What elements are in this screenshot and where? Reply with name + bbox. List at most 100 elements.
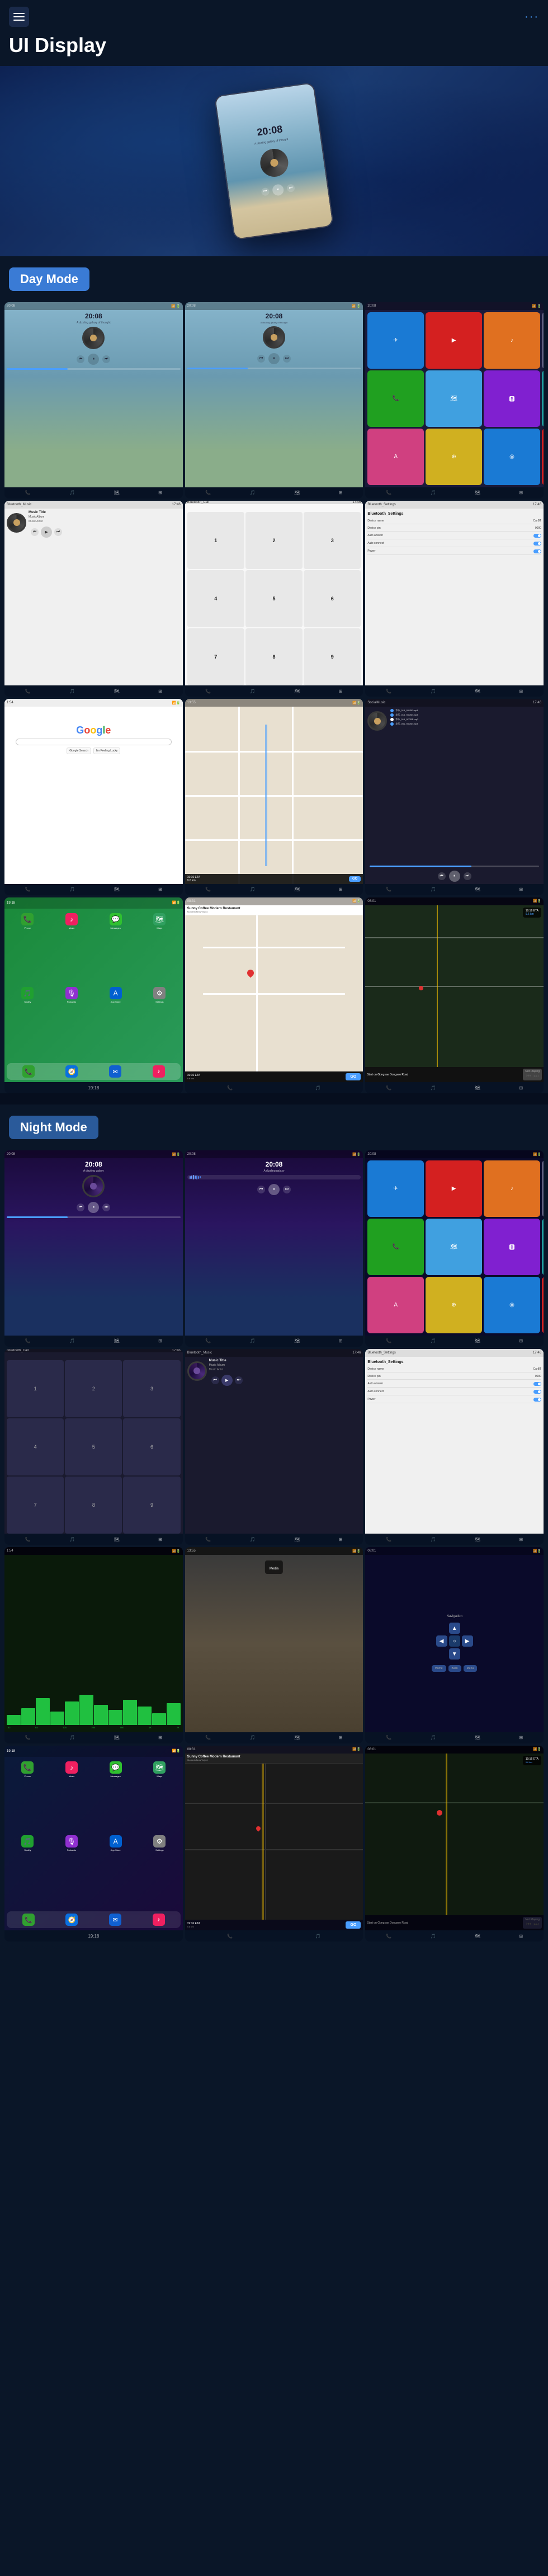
app-phone[interactable]: 📞 <box>367 370 424 427</box>
bb-n12b[interactable]: 🎵 <box>430 1934 436 1939</box>
social-next[interactable]: ⏭ <box>464 872 471 880</box>
n-app-3[interactable]: ♪ <box>484 1160 540 1217</box>
n-app-7[interactable]: 🅱 <box>484 1219 540 1275</box>
np-next[interactable]: ⏭ <box>533 1073 538 1079</box>
bb-n11b[interactable]: 🎵 <box>315 1934 321 1939</box>
night-ios-music[interactable]: ♪ Music <box>51 1761 93 1833</box>
dial-1[interactable]: 1 <box>187 512 244 569</box>
night-ios-phone[interactable]: 📞 Phone <box>7 1761 49 1833</box>
bb-n1b[interactable]: 🎵 <box>69 1338 75 1343</box>
ndial-7[interactable]: 7 <box>7 1477 64 1534</box>
app-waze[interactable]: 🗺 <box>426 370 482 427</box>
bb-nav-9[interactable]: 🗺 <box>475 887 480 892</box>
n-app-8[interactable]: ★ <box>542 1219 544 1275</box>
nav-menu-btn[interactable]: Menu <box>464 1665 478 1672</box>
bb-bt-6[interactable]: 🎵 <box>430 689 436 694</box>
bb-n1d[interactable]: ⊞ <box>158 1338 162 1343</box>
dial-5[interactable]: 5 <box>245 570 303 627</box>
bb-n12[interactable]: 📞 <box>386 1934 391 1939</box>
night-bt-prev[interactable]: ⏮ <box>211 1376 219 1384</box>
bb-bt-7[interactable]: 🎵 <box>69 887 75 892</box>
next-2[interactable]: ⏭ <box>283 355 291 363</box>
dock-mail[interactable]: ✉ <box>109 1065 121 1078</box>
hero-prev-btn[interactable]: ⏮ <box>261 187 270 196</box>
bb-apps-3[interactable]: ⊞ <box>519 490 523 495</box>
bb-nav-7[interactable]: 🗺 <box>114 887 120 892</box>
ndial-5[interactable]: 5 <box>65 1418 122 1475</box>
bb-dial-9[interactable]: 📞 <box>386 887 391 892</box>
night-prev-1[interactable]: ⏮ <box>77 1204 84 1211</box>
bb-apps-5[interactable]: ⊞ <box>339 689 343 694</box>
bb-apps-1[interactable]: ⊞ <box>158 490 162 495</box>
bb-n1c[interactable]: 🗺 <box>114 1338 120 1343</box>
bb-bt-4[interactable]: 🎵 <box>69 689 75 694</box>
app-media[interactable]: ▣ <box>542 429 544 485</box>
bb-n7b[interactable]: 🎵 <box>69 1735 75 1740</box>
bb-n4c[interactable]: 🗺 <box>114 1537 120 1542</box>
arrow-center[interactable]: ○ <box>449 1635 460 1647</box>
play-1[interactable]: ⏸ <box>88 354 99 365</box>
bb-n8c[interactable]: 🗺 <box>294 1735 300 1740</box>
social-item-3[interactable]: 华乐_016_9FCBE.mp3 <box>390 718 541 721</box>
auto-connect-toggle[interactable] <box>533 542 541 546</box>
bt-next[interactable]: ⏭ <box>54 528 62 536</box>
ndial-1[interactable]: 1 <box>7 1360 64 1417</box>
bb-apps-2[interactable]: ⊞ <box>339 490 343 495</box>
app-music[interactable]: ♪ <box>484 312 540 369</box>
ndial-6[interactable]: 6 <box>123 1418 180 1475</box>
hero-next-btn[interactable]: ⏭ <box>286 184 295 192</box>
bb-n3[interactable]: 📞 <box>386 1338 391 1343</box>
bb-n2[interactable]: 📞 <box>205 1338 211 1343</box>
bb-n9[interactable]: 📞 <box>386 1735 391 1740</box>
bb-apps-7[interactable]: ⊞ <box>158 887 162 892</box>
bb-bt-8[interactable]: 🎵 <box>250 887 256 892</box>
app-settings[interactable]: ⚙ <box>542 312 544 369</box>
night-dock-safari[interactable]: 🧭 <box>65 1914 78 1926</box>
arrow-right[interactable]: ▶ <box>462 1635 473 1647</box>
night-ios-podcast[interactable]: 🎙 Podcasts <box>51 1835 93 1907</box>
n-app-12[interactable]: ▣ <box>542 1277 544 1333</box>
bb-n12d[interactable]: ⊞ <box>519 1934 523 1939</box>
social-item-2[interactable]: 华乐_016_931BE.mp3 <box>390 713 541 717</box>
dial-9[interactable]: 9 <box>304 628 361 685</box>
dock-phone[interactable]: 📞 <box>22 1065 35 1078</box>
nav-home-btn[interactable]: Home <box>432 1665 446 1672</box>
bb-n2b[interactable]: 🎵 <box>250 1338 256 1343</box>
n-app-1[interactable]: ✈ <box>367 1160 424 1217</box>
go-button[interactable]: GO <box>349 876 361 882</box>
bb-n8[interactable]: 📞 <box>205 1735 211 1740</box>
bb-apps-4[interactable]: ⊞ <box>158 689 162 694</box>
bb-dial-6[interactable]: 📞 <box>386 689 391 694</box>
nav-dots[interactable]: ··· <box>525 11 539 23</box>
menu-button[interactable] <box>9 7 29 27</box>
ios-maps-icon[interactable]: 🗺 Maps <box>139 913 181 985</box>
social-item-1[interactable]: 华乐_015_931BE.mp3 <box>390 709 541 712</box>
bb-dial-8[interactable]: 📞 <box>205 887 211 892</box>
ndial-3[interactable]: 3 <box>123 1360 180 1417</box>
ios-msg-icon[interactable]: 💬 Messages <box>95 913 136 985</box>
bb-n4b[interactable]: 🎵 <box>69 1537 75 1542</box>
social-play[interactable]: ⏸ <box>449 871 460 882</box>
bb-n4[interactable]: 📞 <box>25 1537 31 1542</box>
bb-dial-7[interactable]: 📞 <box>25 887 31 892</box>
ndial-2[interactable]: 2 <box>65 1360 122 1417</box>
bb-apps-12[interactable]: ⊞ <box>519 1085 523 1090</box>
app-store[interactable]: A <box>367 429 424 485</box>
ios-spotify-icon[interactable]: 🎵 Spotify <box>7 987 49 1059</box>
night-next-2[interactable]: ⏭ <box>283 1186 291 1193</box>
np-prev[interactable]: ⏮ <box>526 1073 531 1079</box>
bb-n6[interactable]: 📞 <box>386 1537 391 1542</box>
bb-n11[interactable]: 📞 <box>227 1934 233 1939</box>
arrow-up[interactable]: ▲ <box>449 1623 460 1634</box>
night-ios-spotify[interactable]: 🎵 Spotify <box>7 1835 49 1907</box>
bb-n6d[interactable]: ⊞ <box>519 1537 523 1542</box>
google-search-btn[interactable]: Google Search <box>67 748 91 754</box>
dial-2[interactable]: 2 <box>245 512 303 569</box>
app-nav[interactable]: ⊕ <box>426 429 482 485</box>
bb-nav-5[interactable]: 🗺 <box>294 689 300 694</box>
bb-bt-12[interactable]: 🎵 <box>430 1085 436 1090</box>
bb-nav-12[interactable]: 🗺 <box>475 1085 480 1090</box>
bb-bt-11[interactable]: 🎵 <box>315 1085 321 1090</box>
n-app-5[interactable]: 📞 <box>367 1219 424 1275</box>
prev-2[interactable]: ⏮ <box>257 355 265 363</box>
